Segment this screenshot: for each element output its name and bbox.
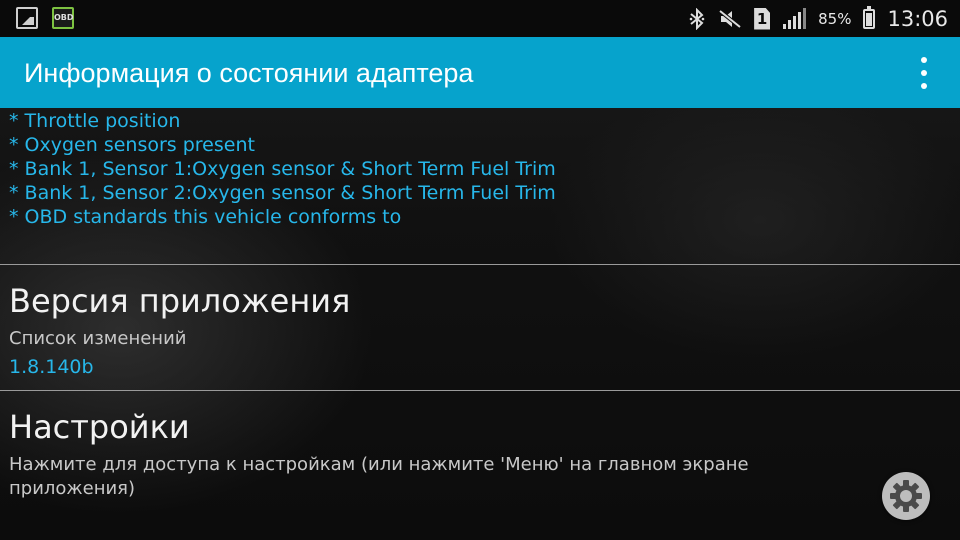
more-vert-icon[interactable] <box>912 57 936 89</box>
bluetooth-icon <box>688 7 706 30</box>
settings-summary: Нажмите для доступа к настройкам (или на… <box>9 454 749 499</box>
status-bar: OBD 1 85% 13:06 <box>0 0 960 37</box>
notification-icons: OBD <box>16 7 74 29</box>
battery-icon <box>863 5 876 29</box>
list-item: * Bank 1, Sensor 2:Oxygen sensor & Short… <box>9 182 556 204</box>
app-version-item[interactable]: Версия приложения Список изменений 1.8.1… <box>0 265 960 390</box>
settings-item[interactable]: Настройки Нажмите для доступа к настройк… <box>0 391 960 540</box>
obd-app-icon-label: OBD <box>54 13 74 22</box>
app-version-title: Версия приложения <box>9 282 351 320</box>
gear-icon[interactable] <box>882 472 930 520</box>
clock: 13:06 <box>887 6 948 31</box>
list-item: * Oxygen sensors present <box>9 134 255 156</box>
signal-icon <box>782 7 807 30</box>
list-item: * OBD standards this vehicle conforms to <box>9 206 402 228</box>
settings-title: Настройки <box>9 408 190 446</box>
sim-icon: 1 <box>754 7 771 30</box>
picture-icon <box>16 7 38 29</box>
mute-icon <box>718 8 742 30</box>
menu-dot <box>921 57 927 63</box>
supported-pids-list: * Throttle position * Oxygen sensors pre… <box>9 109 556 229</box>
menu-dot <box>921 83 927 89</box>
app-bar: Информация о состоянии адаптера <box>0 37 960 108</box>
preferences-list: * Throttle position * Oxygen sensors pre… <box>0 108 960 540</box>
page-title: Информация о состоянии адаптера <box>24 58 474 88</box>
screen: OBD 1 85% 13:06 Информация о состоянии а… <box>0 0 960 540</box>
list-item: * Bank 1, Sensor 1:Oxygen sensor & Short… <box>9 158 556 180</box>
changelog-summary: Список изменений <box>9 328 187 349</box>
list-item: * Throttle position <box>9 110 181 132</box>
app-version-value: 1.8.140b <box>9 356 94 378</box>
menu-dot <box>921 70 927 76</box>
system-icons: 1 85% 13:06 <box>688 0 948 37</box>
obd-app-icon: OBD <box>52 7 74 29</box>
battery-percent: 85% <box>818 9 852 28</box>
